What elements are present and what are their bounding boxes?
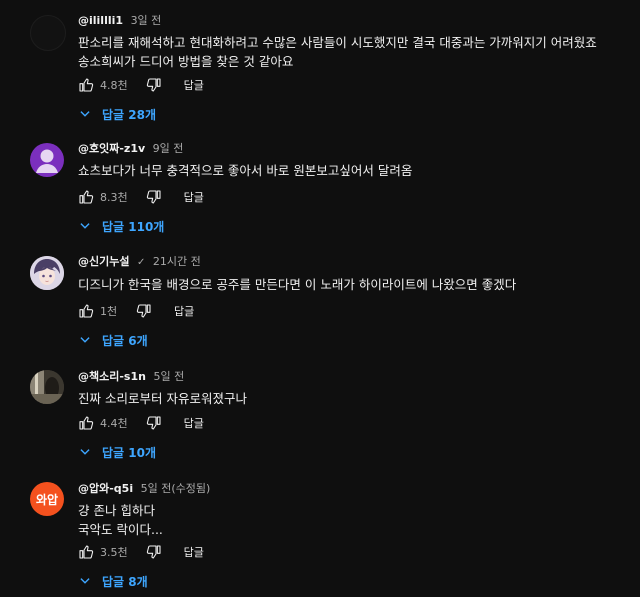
- comment-time[interactable]: 9일 전: [153, 142, 184, 155]
- comment-time[interactable]: 5일 전(수정됨): [141, 482, 211, 495]
- reply-button[interactable]: 답글: [184, 544, 204, 560]
- dislike-icon[interactable]: [146, 415, 162, 431]
- comment-actions: 4.4천 답글: [78, 411, 204, 435]
- comment-time[interactable]: 3일 전: [131, 14, 162, 27]
- view-replies-button[interactable]: 답글 6개: [78, 329, 148, 351]
- replies-count: 답글 110개: [102, 219, 165, 234]
- dislike-icon[interactable]: [146, 544, 162, 560]
- replies-count: 답글 6개: [102, 333, 148, 348]
- comment-text: 디즈니가 한국을 배경으로 공주를 만든다면 이 노래가 하이라이트에 나왔으면…: [78, 277, 517, 292]
- reply-button[interactable]: 답글: [174, 303, 194, 319]
- like-icon[interactable]: [78, 544, 94, 560]
- comment-author[interactable]: @ilillli1: [78, 14, 123, 27]
- comment-text: 판소리를 재해석하고 현대화하려고 수많은 사람들이 시도했지만 결국 대중과는…: [78, 35, 597, 69]
- comment-text: 걍 존나 힙하다 국악도 락이다...: [78, 503, 163, 537]
- replies-count: 답글 8개: [102, 574, 148, 589]
- comment-actions: 3.5천 답글: [78, 540, 204, 564]
- anime-avatar-icon: [30, 256, 64, 290]
- chevron-down-icon: [78, 574, 92, 588]
- verified-check-icon: ✓: [136, 257, 146, 268]
- comment-time[interactable]: 21시간 전: [153, 255, 201, 268]
- like-count: 4.8천: [100, 79, 128, 92]
- reply-button[interactable]: 답글: [184, 415, 204, 431]
- avatar[interactable]: [30, 15, 66, 51]
- chevron-down-icon: [78, 445, 92, 459]
- avatar[interactable]: [30, 256, 64, 290]
- avatar[interactable]: 와압: [30, 482, 64, 516]
- like-count: 4.4천: [100, 417, 128, 430]
- replies-count: 답글 28개: [102, 107, 156, 122]
- photo-avatar-icon: [30, 370, 64, 404]
- comment-actions: 8.3천 답글: [78, 185, 204, 209]
- dislike-icon[interactable]: [146, 77, 162, 93]
- comment-actions: 1천 답글: [78, 299, 194, 323]
- dislike-icon[interactable]: [146, 189, 162, 205]
- comment-author[interactable]: @압와-q5i: [78, 482, 133, 495]
- comment-actions: 4.8천 답글: [78, 73, 204, 97]
- view-replies-button[interactable]: 답글 110개: [78, 215, 164, 237]
- avatar-initials: 와압: [35, 492, 59, 507]
- comment-author[interactable]: @호잇짜-z1v: [78, 142, 145, 155]
- comment-author[interactable]: @책소리-s1n: [78, 370, 146, 383]
- reply-button[interactable]: 답글: [184, 189, 204, 205]
- view-replies-button[interactable]: 답글 28개: [78, 103, 156, 125]
- chevron-down-icon: [78, 333, 92, 347]
- view-replies-button[interactable]: 답글 8개: [78, 570, 148, 592]
- dislike-icon[interactable]: [136, 303, 152, 319]
- like-icon[interactable]: [78, 189, 94, 205]
- comment-time[interactable]: 5일 전: [153, 370, 184, 383]
- chevron-down-icon: [78, 107, 92, 121]
- person-icon: [36, 149, 58, 173]
- comment-text: 진짜 소리로부터 자유로워졌구나: [78, 391, 247, 406]
- reply-button[interactable]: 답글: [184, 77, 204, 93]
- comment-text: 쇼츠보다가 너무 충격적으로 좋아서 바로 원본보고싶어서 달려옴: [78, 163, 413, 178]
- like-count: 1천: [100, 305, 118, 318]
- comment-author[interactable]: @신기누설: [78, 255, 129, 268]
- avatar[interactable]: [30, 143, 64, 177]
- like-count: 3.5천: [100, 546, 128, 559]
- like-icon[interactable]: [78, 415, 94, 431]
- replies-count: 답글 10개: [102, 445, 156, 460]
- like-count: 8.3천: [100, 191, 128, 204]
- view-replies-button[interactable]: 답글 10개: [78, 441, 156, 463]
- chevron-down-icon: [78, 219, 92, 233]
- like-icon[interactable]: [78, 77, 94, 93]
- like-icon[interactable]: [78, 303, 94, 319]
- avatar[interactable]: [30, 370, 64, 404]
